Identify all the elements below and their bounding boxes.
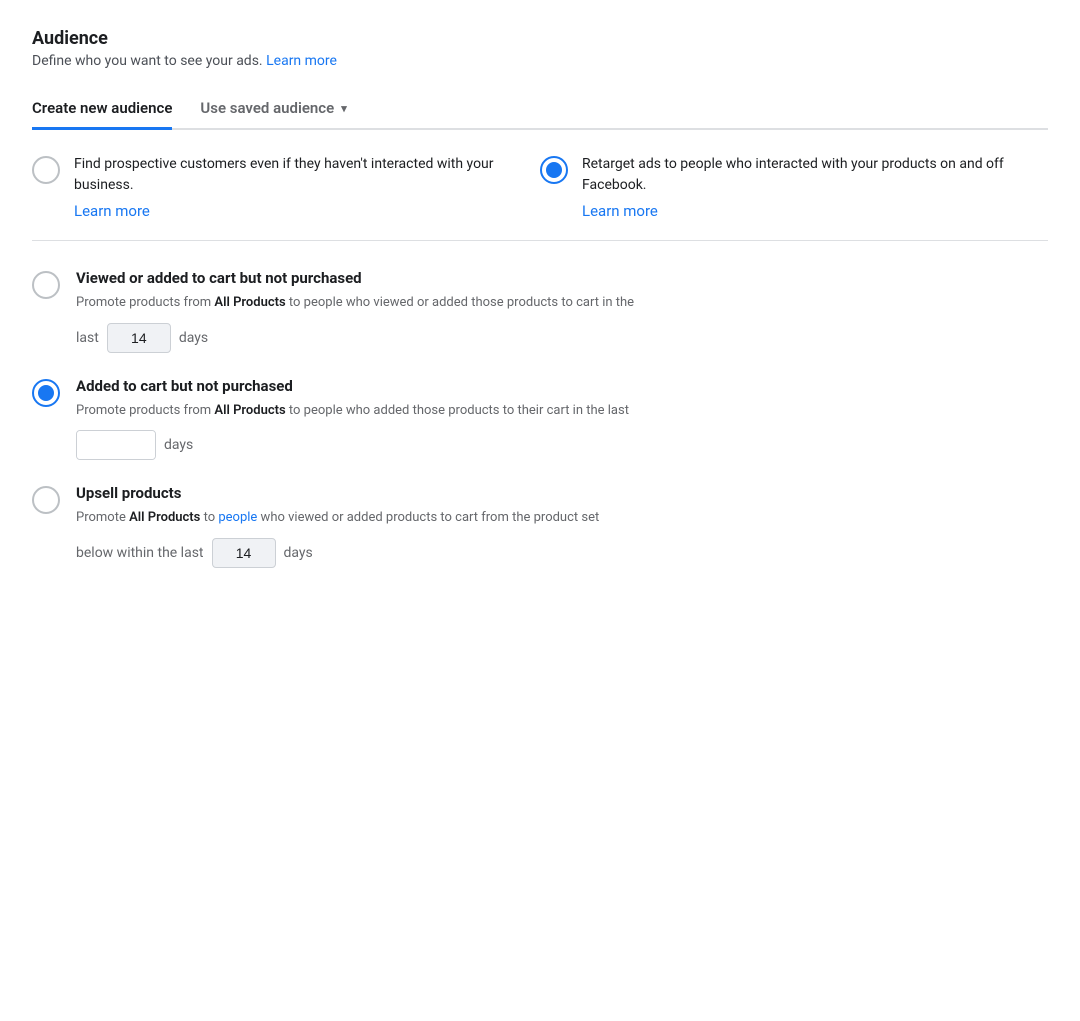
- viewed-or-added-desc: Promote products from All Products to pe…: [76, 293, 1048, 313]
- prospective-option[interactable]: Find prospective customers even if they …: [32, 154, 540, 220]
- upsell-title: Upsell products: [76, 484, 1048, 502]
- sub-option-viewed-or-added: Viewed or added to cart but not purchase…: [32, 269, 1048, 353]
- tab-use-saved-audience[interactable]: Use saved audience ▾: [200, 89, 346, 130]
- retarget-option[interactable]: Retarget ads to people who interacted wi…: [540, 154, 1048, 220]
- retarget-sub-options: Viewed or added to cart but not purchase…: [32, 241, 1048, 568]
- upsell-days-input[interactable]: [212, 538, 276, 568]
- sub-option-upsell: Upsell products Promote All Products to …: [32, 484, 1048, 568]
- added-to-cart-spinner[interactable]: ▲ ▼: [76, 430, 156, 460]
- sub-option-added-to-cart: Added to cart but not purchased Promote …: [32, 377, 1048, 461]
- viewed-or-added-title: Viewed or added to cart but not purchase…: [76, 269, 1048, 287]
- added-to-cart-title: Added to cart but not purchased: [76, 377, 1048, 395]
- added-to-cart-days-row: ▲ ▼ days: [76, 430, 1048, 460]
- audience-section-header: Audience Define who you want to see your…: [32, 28, 1048, 69]
- retarget-learn-more-link[interactable]: Learn more: [582, 202, 1048, 220]
- prospective-radio[interactable]: [32, 156, 60, 184]
- audience-type-options: Find prospective customers even if they …: [32, 130, 1048, 241]
- upsell-people-link[interactable]: people: [218, 510, 257, 525]
- added-to-cart-radio[interactable]: [32, 379, 60, 407]
- tab-create-new-audience[interactable]: Create new audience: [32, 89, 172, 130]
- prospective-learn-more-link[interactable]: Learn more: [74, 202, 540, 220]
- upsell-days-row: below within the last days: [76, 538, 1048, 568]
- viewed-or-added-days-input[interactable]: [107, 323, 171, 353]
- page-title: Audience: [32, 28, 1048, 49]
- viewed-or-added-days-row: last days: [76, 323, 1048, 353]
- prospective-description: Find prospective customers even if they …: [74, 154, 540, 196]
- chevron-down-icon: ▾: [341, 102, 347, 115]
- viewed-or-added-radio[interactable]: [32, 271, 60, 299]
- added-to-cart-desc: Promote products from All Products to pe…: [76, 401, 1048, 421]
- header-learn-more-link[interactable]: Learn more: [266, 53, 337, 69]
- upsell-radio[interactable]: [32, 486, 60, 514]
- added-to-cart-days-input[interactable]: [77, 431, 156, 459]
- retarget-description: Retarget ads to people who interacted wi…: [582, 154, 1048, 196]
- retarget-radio[interactable]: [540, 156, 568, 184]
- audience-tabs: Create new audience Use saved audience ▾: [32, 89, 1048, 130]
- upsell-desc: Promote All Products to people who viewe…: [76, 508, 1048, 528]
- page-subtitle: Define who you want to see your ads. Lea…: [32, 53, 1048, 69]
